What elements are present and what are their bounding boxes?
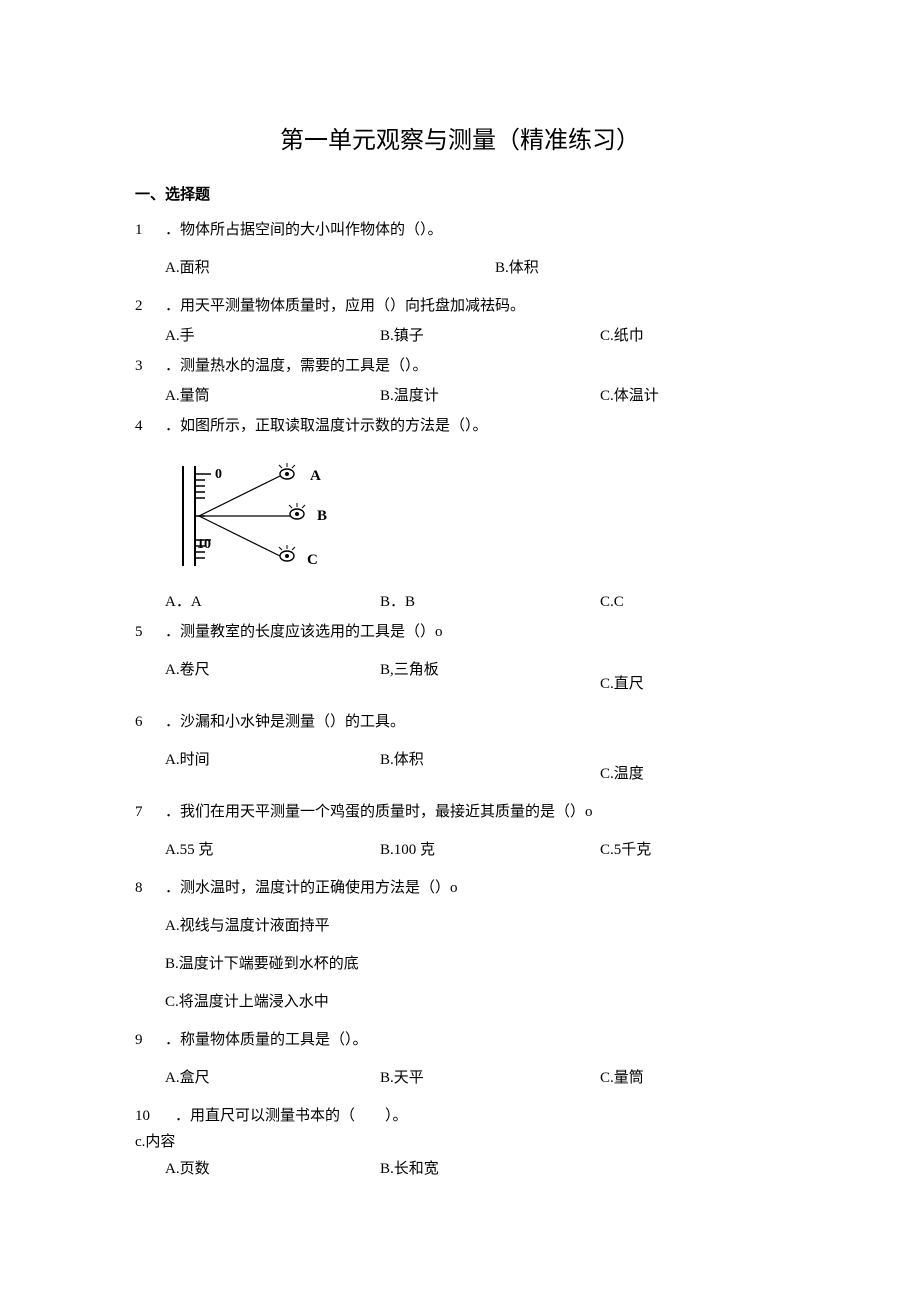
- question-number: 4: [135, 414, 165, 438]
- question-6-options: A.时间 B.体积 C.温度: [165, 748, 785, 786]
- question-number: 5: [135, 620, 165, 644]
- stray-option-c: c.内容: [135, 1130, 785, 1151]
- question-9-options: A.盒尺 B.天平 C.量筒: [165, 1066, 785, 1090]
- question-2-options: A.手 B.镇子 C.纸巾: [165, 324, 785, 348]
- question-4: 4 ．如图所示，正取读取温度计示数的方法是（）。: [135, 414, 785, 438]
- scale-label-10: 10: [197, 537, 211, 552]
- eye-icon: [279, 545, 295, 561]
- figure-label-c: C: [307, 552, 318, 568]
- option-b: B.温度计: [380, 384, 600, 408]
- option-a: A.手: [165, 324, 380, 348]
- option-c: C.体温计: [600, 384, 785, 408]
- question-number: 8: [135, 876, 165, 900]
- question-8-option-c: C.将温度计上端浸入水中: [165, 990, 785, 1014]
- option-c: C.量筒: [600, 1066, 785, 1090]
- question-number: 6: [135, 710, 165, 734]
- question-4-options: A．A B．B C.C: [165, 590, 785, 614]
- figure-label-a: A: [310, 468, 321, 484]
- question-text: ．测量热水的温度，需要的工具是（）。: [165, 354, 785, 378]
- question-3-options: A.量筒 B.温度计 C.体温计: [165, 384, 785, 408]
- option-a: A.盒尺: [165, 1066, 380, 1090]
- section-heading: 一、选择题: [135, 183, 785, 204]
- question-text: ．测水温时，温度计的正确使用方法是（）o: [165, 876, 785, 900]
- question-8-option-a: A.视线与温度计液面持平: [165, 914, 785, 938]
- option-a: A.面积: [165, 256, 495, 280]
- option-b: B.100 克: [380, 838, 600, 862]
- worksheet-page: 第一单元观察与测量（精准练习） 一、选择题 1 ．物体所占据空间的大小叫作物体的…: [0, 0, 920, 1281]
- option-b: B.镇子: [380, 324, 600, 348]
- question-text: ．物体所占据空间的大小叫作物体的（）。: [165, 218, 785, 242]
- question-text: ．称量物体质量的工具是（）。: [165, 1028, 785, 1052]
- option-b: B.长和宽: [380, 1157, 600, 1181]
- question-5: 5 ．测量教室的长度应该选用的工具是（）o: [135, 620, 785, 644]
- question-text: ．用直尺可以测量书本的（ ）。: [175, 1104, 785, 1128]
- question-number: 2: [135, 294, 165, 318]
- option-c: C.C: [600, 590, 785, 614]
- option-b: B,三角板: [380, 658, 600, 696]
- question-1-options: A.面积 B.体积: [165, 256, 785, 280]
- question-text: ．如图所示，正取读取温度计示数的方法是（）。: [165, 414, 785, 438]
- question-9: 9 ．称量物体质量的工具是（）。: [135, 1028, 785, 1052]
- option-c: C.5千克: [600, 838, 785, 862]
- question-text: ．我们在用天平测量一个鸡蛋的质量时，最接近其质量的是（）o: [165, 800, 785, 824]
- question-1: 1 ．物体所占据空间的大小叫作物体的（）。: [135, 218, 785, 242]
- option-c: C.纸巾: [600, 324, 785, 348]
- question-8-option-b: B.温度计下端要碰到水杯的底: [165, 952, 785, 976]
- question-number: 9: [135, 1028, 165, 1052]
- eye-icon: [289, 503, 305, 519]
- thermometer-figure: 0 10 A B C: [165, 456, 785, 576]
- question-number: 10: [135, 1104, 175, 1128]
- question-text: ．沙漏和小水钟是测量（）的工具。: [165, 710, 785, 734]
- question-10-options: A.页数 B.长和宽: [165, 1157, 785, 1181]
- option-b: B.天平: [380, 1066, 600, 1090]
- thermometer-svg: 0 10 A B C: [165, 456, 335, 576]
- question-2: 2 ．用天平测量物体质量时，应用（）向托盘加减祛码。: [135, 294, 785, 318]
- question-text: ．用天平测量物体质量时，应用（）向托盘加减祛码。: [165, 294, 785, 318]
- option-b: B.体积: [380, 748, 600, 786]
- question-number: 1: [135, 218, 165, 242]
- option-a: A.时间: [165, 748, 380, 786]
- question-number: 7: [135, 800, 165, 824]
- question-7-options: A.55 克 B.100 克 C.5千克: [165, 838, 785, 862]
- page-title: 第一单元观察与测量（精准练习）: [135, 120, 785, 155]
- option-b: B.体积: [495, 256, 785, 280]
- question-text: ．测量教室的长度应该选用的工具是（）o: [165, 620, 785, 644]
- option-c: C.温度: [600, 748, 785, 786]
- option-a: A.页数: [165, 1157, 380, 1181]
- eye-icon: [279, 463, 295, 479]
- question-5-options: A.卷尺 B,三角板 C.直尺: [165, 658, 785, 696]
- question-3: 3 ．测量热水的温度，需要的工具是（）。: [135, 354, 785, 378]
- option-c: C.直尺: [600, 658, 785, 696]
- option-a: A.量筒: [165, 384, 380, 408]
- scale-label-0: 0: [215, 467, 222, 482]
- question-7: 7 ．我们在用天平测量一个鸡蛋的质量时，最接近其质量的是（）o: [135, 800, 785, 824]
- question-8: 8 ．测水温时，温度计的正确使用方法是（）o: [135, 876, 785, 900]
- option-c-empty: [600, 1157, 785, 1181]
- question-number: 3: [135, 354, 165, 378]
- question-6: 6 ．沙漏和小水钟是测量（）的工具。: [135, 710, 785, 734]
- figure-label-b: B: [317, 508, 327, 524]
- option-a: A．A: [165, 590, 380, 614]
- question-10: 10 ．用直尺可以测量书本的（ ）。: [135, 1104, 785, 1128]
- option-a: A.55 克: [165, 838, 380, 862]
- option-b: B．B: [380, 590, 600, 614]
- option-a: A.卷尺: [165, 658, 380, 696]
